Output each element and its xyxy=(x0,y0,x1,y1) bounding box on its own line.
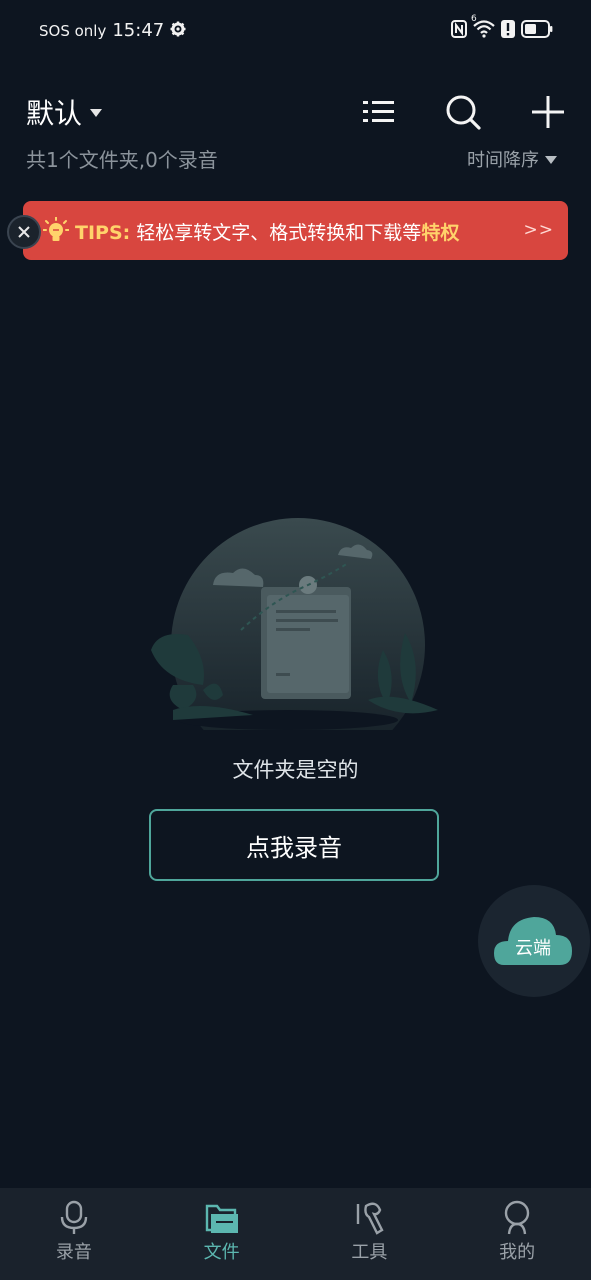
folder-icon xyxy=(205,1204,238,1233)
person-icon xyxy=(504,1200,530,1235)
sort-selector[interactable]: 时间降序 xyxy=(467,146,557,172)
caret-down-icon xyxy=(545,156,557,164)
tips-label: TIPS: xyxy=(75,222,131,244)
cloud-label: 云端 xyxy=(515,938,551,959)
alert-icon xyxy=(501,20,515,42)
page-title: 默认 xyxy=(26,97,83,130)
clock: 15:47 xyxy=(112,20,165,41)
search-button[interactable] xyxy=(443,92,483,132)
status-left: SOS only 15:47 xyxy=(39,20,186,41)
bottom-nav: 录音 文件 工具 我的 xyxy=(0,1188,591,1280)
battery-icon xyxy=(521,20,553,42)
carrier-text: SOS only xyxy=(39,21,107,40)
folder-summary: 共1个文件夹,0个录音 xyxy=(26,148,218,172)
list-view-button[interactable] xyxy=(360,92,400,132)
plus-icon xyxy=(532,96,564,128)
cloud-button[interactable]: 云端 xyxy=(478,885,590,997)
wifi-icon: 6 xyxy=(471,14,495,42)
header: 默认 xyxy=(0,84,591,144)
list-icon xyxy=(363,101,394,122)
nav-label-files: 文件 xyxy=(203,1242,240,1263)
gear-icon xyxy=(170,21,186,41)
nav-item-tools[interactable]: 工具 xyxy=(296,1188,444,1280)
wrench-icon xyxy=(357,1202,384,1235)
tips-highlight: 特权 xyxy=(421,222,460,244)
sort-label: 时间降序 xyxy=(467,150,539,171)
tips-arrow: >> xyxy=(523,220,554,240)
search-icon xyxy=(446,95,481,130)
close-icon xyxy=(18,226,30,238)
nav-item-record[interactable]: 录音 xyxy=(0,1188,148,1280)
status-bar: SOS only 15:47 6 xyxy=(0,0,591,66)
caret-down-icon xyxy=(90,109,103,117)
tips-text: TIPS: 轻松享转文字、格式转换和下载等特权 xyxy=(75,218,459,245)
nav-label-record: 录音 xyxy=(55,1242,92,1263)
wifi-badge: 6 xyxy=(471,14,477,24)
folder-selector[interactable]: 默认 xyxy=(26,92,103,132)
status-right: 6 xyxy=(451,14,553,42)
add-button[interactable] xyxy=(528,92,568,132)
nav-item-mine[interactable]: 我的 xyxy=(443,1188,591,1280)
nav-item-files[interactable]: 文件 xyxy=(148,1188,296,1280)
tips-close-button[interactable] xyxy=(7,215,41,249)
record-button[interactable]: 点我录音 xyxy=(149,809,439,881)
empty-folder-illustration xyxy=(151,518,438,730)
nav-label-tools: 工具 xyxy=(351,1242,388,1263)
nfc-icon xyxy=(451,20,467,42)
tips-message: 轻松享转文字、格式转换和下载等 xyxy=(136,222,422,244)
tips-banner[interactable]: TIPS: 轻松享转文字、格式转换和下载等特权 >> xyxy=(7,201,568,260)
microphone-icon xyxy=(60,1200,88,1234)
empty-message: 文件夹是空的 xyxy=(232,758,359,782)
lightbulb-icon xyxy=(42,216,70,249)
nav-label-mine: 我的 xyxy=(499,1242,536,1263)
